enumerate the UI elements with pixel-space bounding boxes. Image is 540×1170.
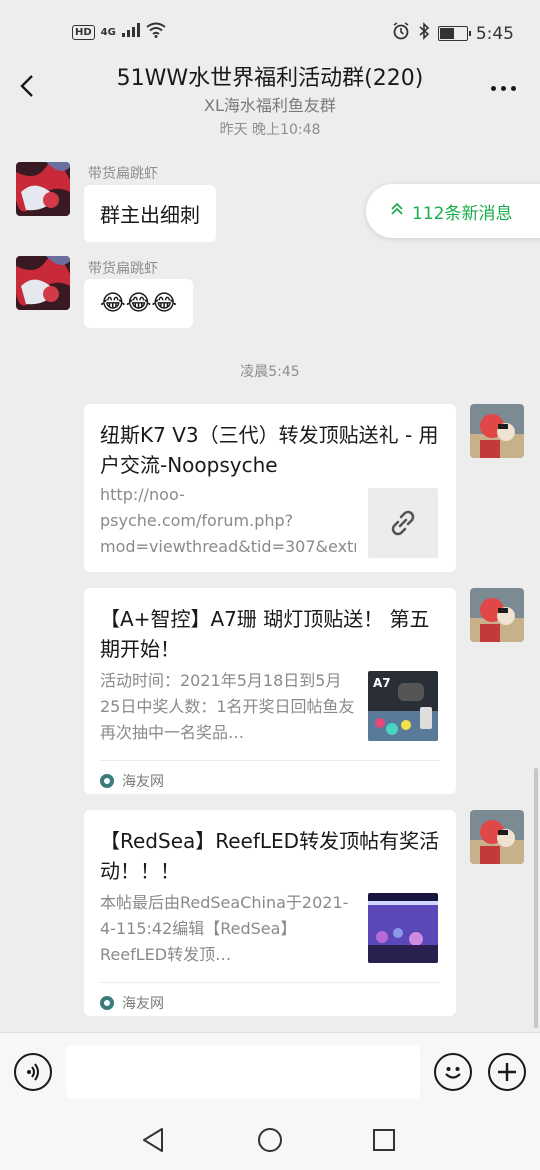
nav-home-button[interactable]	[254, 1124, 286, 1156]
square-recents-icon	[373, 1129, 395, 1151]
source-icon	[100, 995, 114, 1010]
my-avatar[interactable]	[470, 588, 524, 642]
chat-title: 51WW水世界福利活动群(220)	[116, 66, 424, 91]
product-label: A7	[373, 676, 391, 690]
nav-back-button[interactable]	[138, 1124, 170, 1156]
more-options-button[interactable]	[486, 78, 520, 98]
source-icon	[100, 773, 114, 788]
card-description: 本帖最后由RedSeaChina于2021-4-115:42编辑【RedSea】…	[100, 893, 349, 964]
card-description: http://noo-psyche.com/forum.php?mod=view…	[100, 485, 356, 556]
back-arrow-icon	[20, 75, 33, 97]
new-messages-pill[interactable]: 112条新消息	[366, 184, 540, 238]
chat-subtitle: XL海水福利鱼友群	[204, 96, 336, 115]
card-title: 【A+智控】A7珊 瑚灯顶贴送！ 第五期开始！	[100, 607, 430, 661]
input-bar	[0, 1032, 540, 1110]
voice-icon	[27, 1063, 39, 1081]
scrollbar[interactable]	[534, 768, 538, 1028]
avatar-image	[16, 256, 70, 310]
hd-badge: HD	[72, 24, 95, 40]
emoji-icon	[445, 1067, 461, 1079]
card-title: 【RedSea】ReefLED转发顶帖有奖活动！！！	[100, 829, 440, 883]
link-card[interactable]: 【RedSea】ReefLED转发顶帖有奖活动！！！ 本帖最后由RedSeaCh…	[84, 810, 456, 1016]
time-separator: 凌晨5:45	[240, 364, 300, 380]
link-card[interactable]: 【A+智控】A7珊 瑚灯顶贴送！ 第五期开始！ 活动时间：2021年5月18日到…	[84, 588, 456, 794]
plus-icon	[498, 1063, 516, 1081]
link-icon	[391, 510, 415, 536]
my-avatar[interactable]	[470, 810, 524, 864]
chat-header: 51WW水世界福利活动群(220) XL海水福利鱼友群	[0, 50, 540, 120]
aquarium-image	[368, 893, 438, 963]
plus-button[interactable]	[488, 1053, 526, 1091]
nav-recents-button[interactable]	[368, 1124, 400, 1156]
alarm-icon	[392, 22, 410, 45]
sender-name: 带货扁跳虾	[88, 166, 158, 182]
wifi-icon	[146, 22, 166, 42]
message-bubble[interactable]: 群主出细刺	[84, 185, 216, 242]
signal-icon	[121, 23, 140, 41]
sender-name: 带货扁跳虾	[88, 261, 158, 277]
my-avatar[interactable]	[470, 404, 524, 458]
card-thumbnail: A7	[368, 671, 438, 741]
avatar-image	[16, 162, 70, 216]
avatar-image	[470, 588, 524, 642]
card-source: 海友网	[122, 995, 164, 1012]
status-left: HD 4G	[72, 22, 166, 42]
battery-icon	[437, 26, 471, 41]
card-source: 海友网	[122, 773, 164, 790]
card-description: 活动时间：2021年5月18日到5月25日中奖人数：1名开奖日回帖鱼友再次抽中一…	[100, 671, 355, 742]
card-thumbnail	[368, 488, 438, 558]
dot-icon	[500, 85, 506, 91]
bluetooth-icon	[418, 22, 430, 45]
status-right: 5:45	[392, 22, 514, 45]
double-chevron-up-icon	[390, 201, 404, 221]
card-thumbnail	[368, 893, 438, 963]
avatar[interactable]	[16, 162, 70, 216]
dot-icon	[510, 85, 516, 91]
new-messages-label: 112条新消息	[412, 203, 513, 224]
message-bubble[interactable]: 😂😂😂	[84, 279, 194, 328]
voice-button[interactable]	[14, 1053, 52, 1091]
circle-home-icon	[258, 1128, 282, 1152]
network-type: 4G	[100, 26, 116, 38]
time-separator: 昨天 晚上10:48	[219, 122, 321, 138]
link-card[interactable]: 纽斯K7 V3（三代）转发顶贴送礼 - 用户交流-Noopsyche http:…	[84, 404, 456, 572]
card-footer: 海友网	[100, 982, 440, 1014]
avatar-image	[470, 810, 524, 864]
triangle-back-icon	[143, 1128, 163, 1152]
message-input[interactable]	[66, 1045, 420, 1099]
card-footer: 海友网	[100, 760, 440, 792]
dot-icon	[490, 85, 496, 91]
product-image: A7	[368, 671, 438, 741]
avatar-image	[470, 404, 524, 458]
back-button[interactable]	[12, 68, 42, 104]
clock: 5:45	[475, 23, 514, 44]
system-nav-bar	[0, 1110, 540, 1170]
emoji-button[interactable]	[434, 1053, 472, 1091]
card-title: 纽斯K7 V3（三代）转发顶贴送礼 - 用户交流-Noopsyche	[100, 423, 439, 477]
avatar[interactable]	[16, 256, 70, 310]
